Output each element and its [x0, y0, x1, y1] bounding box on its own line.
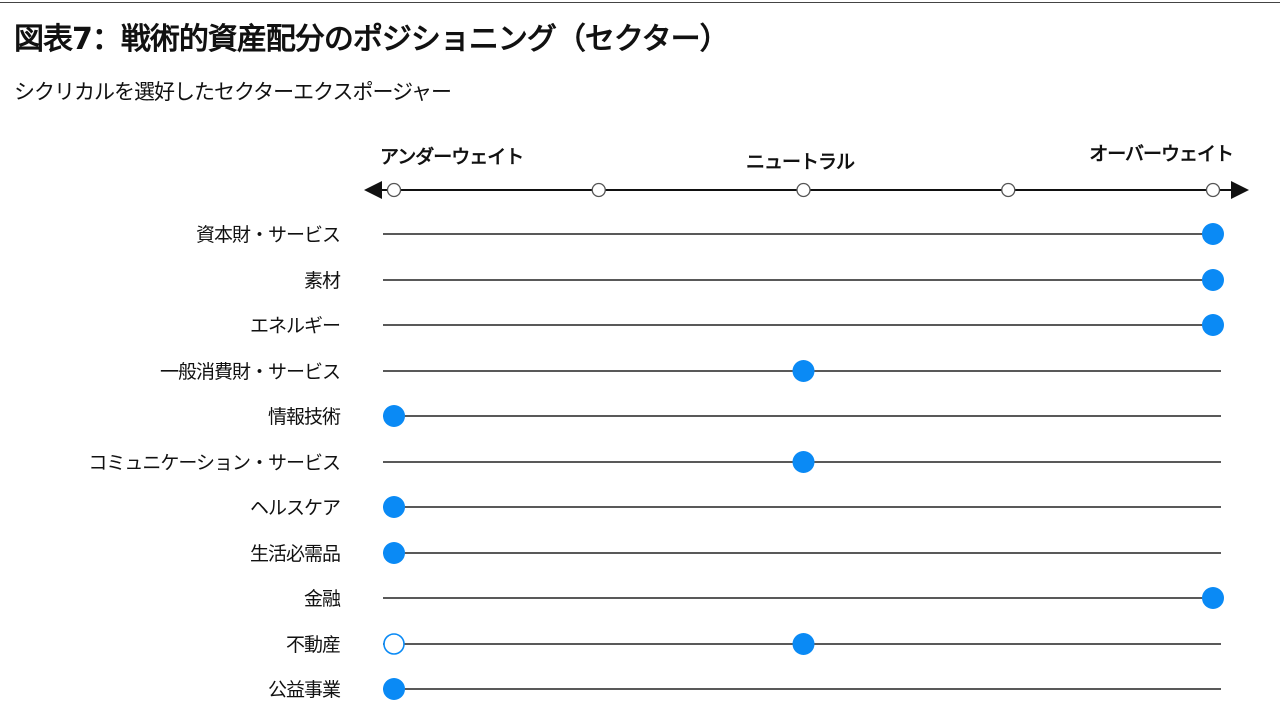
axis-label: オーバーウェイト [1089, 143, 1233, 165]
current-position-marker [792, 451, 815, 473]
current-position-marker [1202, 223, 1224, 245]
scale-tick [796, 182, 811, 198]
row-label: 一般消費財・サービス [160, 361, 340, 383]
current-position-marker [383, 542, 405, 564]
row-label: 不動産 [286, 634, 340, 656]
row-label: エネルギー [250, 315, 340, 337]
current-position-marker [792, 633, 815, 655]
row-label: 素材 [304, 270, 341, 292]
row-label: 情報技術 [268, 406, 341, 428]
row-label: 金融 [304, 588, 341, 610]
previous-position-marker [383, 633, 405, 655]
current-position-marker [383, 405, 405, 427]
current-position-marker [383, 496, 405, 518]
row-label: ヘルスケア [250, 497, 340, 519]
scale-tick [1001, 182, 1016, 198]
axis-label: アンダーウェイト [380, 145, 523, 168]
row-label: コミュニケーション・サービス [88, 452, 340, 474]
current-position-marker [1202, 587, 1224, 609]
current-position-marker [1202, 269, 1224, 291]
positioning-chart: アンダーウェイト ニュートラル オーバーウェイト資本財・サービス素材エネルギー一般消… [88, 143, 1249, 701]
row-label: 生活必需品 [250, 543, 340, 565]
arrow-left-icon [364, 181, 382, 199]
scale-tick [1205, 182, 1221, 198]
arrow-right-icon [1231, 181, 1249, 199]
row-label: 資本財・サービス [196, 224, 340, 246]
scale-tick [386, 182, 402, 198]
scale-tick [591, 182, 606, 198]
current-position-marker [1202, 314, 1224, 336]
axis-label: ニュートラル [746, 151, 855, 173]
current-position-marker [383, 678, 405, 700]
current-position-marker [792, 360, 815, 382]
row-label: 公益事業 [268, 679, 341, 701]
